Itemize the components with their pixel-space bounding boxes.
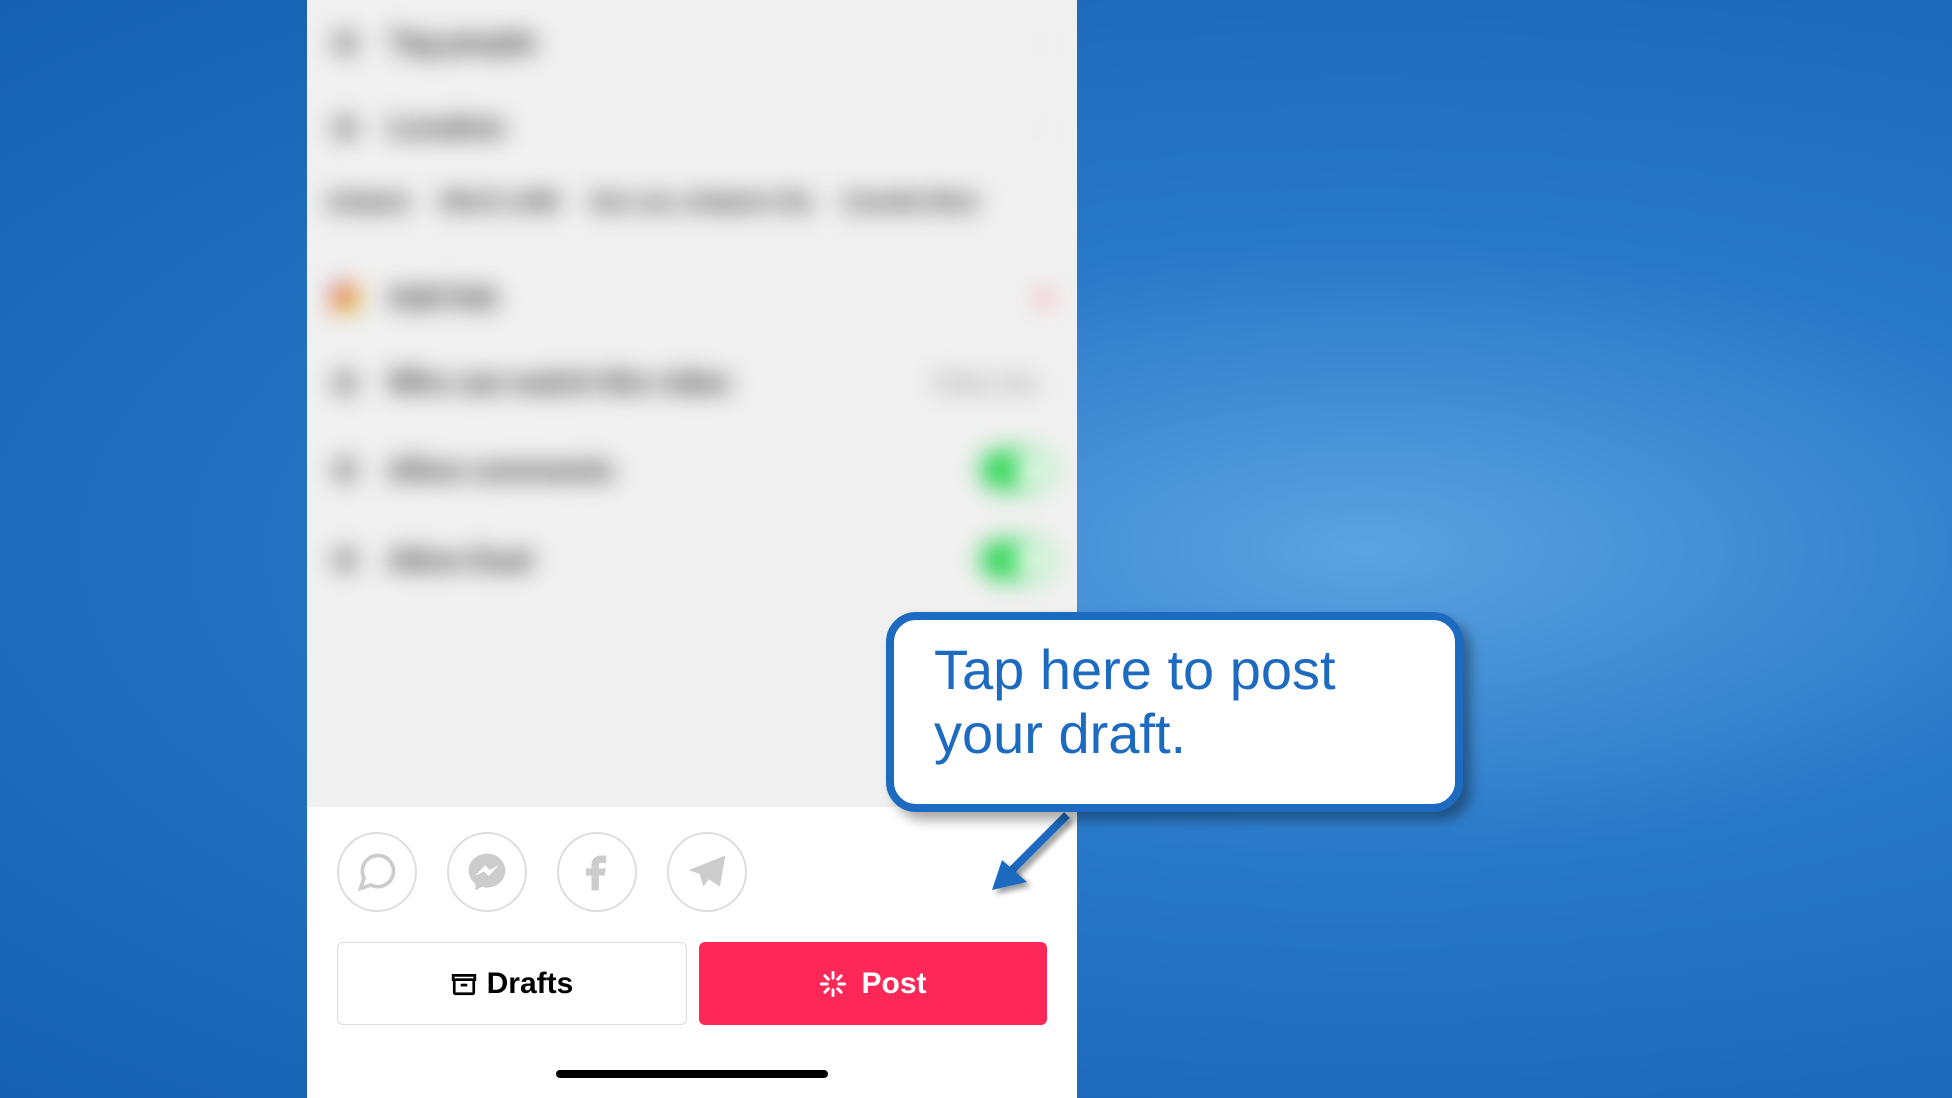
comment-icon	[332, 457, 358, 483]
allow-duet-label: Allow Duet	[388, 543, 980, 578]
tag-people-row[interactable]: Tag people ›	[317, 0, 1067, 85]
location-suggestions: Antipolo WALK LANE San Luis, Antipolo Ci…	[317, 170, 1067, 235]
action-buttons-row: Drafts Post	[337, 942, 1047, 1025]
comments-toggle[interactable]	[980, 450, 1052, 490]
privacy-value: Only me	[934, 366, 1035, 399]
archive-icon	[451, 971, 477, 997]
location-chip[interactable]: Antipolo	[327, 190, 410, 215]
location-chip[interactable]: WALK LANE	[440, 190, 560, 215]
location-chip[interactable]: Camella West	[842, 190, 978, 215]
location-label: Location	[388, 110, 1045, 145]
callout-text: Tap here to post your draft.	[934, 638, 1415, 767]
tag-people-label: Tag people	[388, 25, 1045, 60]
allow-comments-row: Allow comments	[317, 425, 1067, 515]
privacy-row[interactable]: Who can watch this video Only me ›	[317, 340, 1067, 425]
share-icons-row	[337, 832, 1047, 912]
add-link-label: Add link	[388, 280, 1037, 315]
duet-toggle[interactable]	[980, 540, 1052, 580]
callout-arrow	[982, 810, 1082, 900]
post-button[interactable]: Post	[699, 942, 1047, 1025]
location-row[interactable]: Location ›	[317, 85, 1067, 170]
phone-screen: Tag people › Location › Antipolo WALK LA…	[307, 0, 1077, 1098]
allow-comments-label: Allow comments	[388, 453, 980, 488]
post-label: Post	[861, 967, 926, 1001]
chevron-right-icon: ›	[1045, 114, 1052, 142]
home-indicator[interactable]	[556, 1070, 828, 1078]
add-link-row[interactable]: Add link +	[317, 255, 1067, 340]
sparkle-icon	[819, 970, 847, 998]
bottom-action-bar: Drafts Post	[307, 807, 1077, 1098]
chevron-right-icon: ›	[1045, 29, 1052, 57]
privacy-label: Who can watch this video	[388, 365, 934, 400]
instruction-callout: Tap here to post your draft.	[886, 612, 1463, 812]
location-icon	[332, 115, 358, 141]
chevron-right-icon: ›	[1045, 369, 1052, 397]
allow-duet-row: Allow Duet	[317, 515, 1067, 605]
duet-icon	[332, 547, 358, 573]
plus-icon: +	[1037, 281, 1052, 314]
telegram-icon[interactable]	[667, 832, 747, 912]
link-icon	[332, 285, 358, 311]
person-icon	[332, 30, 358, 56]
blurred-settings-list: Tag people › Location › Antipolo WALK LA…	[307, 0, 1077, 605]
location-chip[interactable]: San Luis, Antipolo City	[590, 190, 812, 215]
drafts-label: Drafts	[487, 967, 574, 1001]
lock-icon	[332, 370, 358, 396]
whatsapp-icon[interactable]	[337, 832, 417, 912]
drafts-button[interactable]: Drafts	[337, 942, 687, 1025]
messenger-icon[interactable]	[447, 832, 527, 912]
facebook-icon[interactable]	[557, 832, 637, 912]
